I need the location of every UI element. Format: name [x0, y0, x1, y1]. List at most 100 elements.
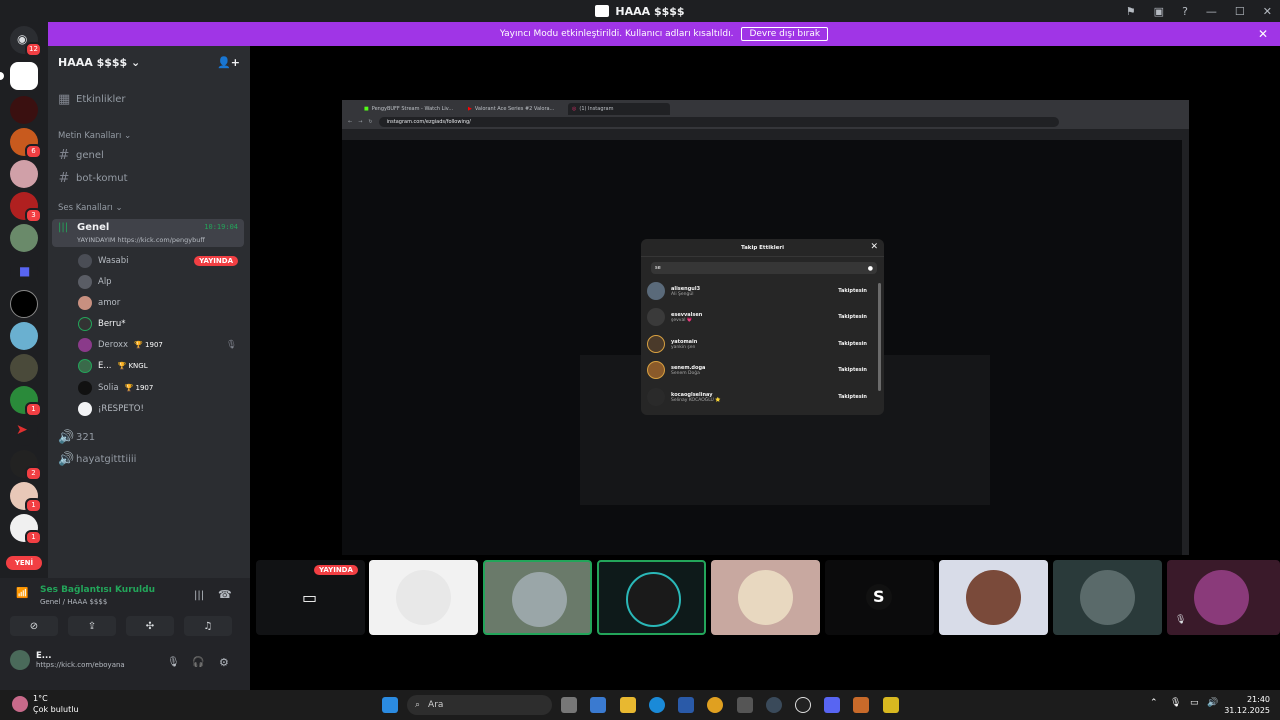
- server-icon[interactable]: 6: [10, 128, 42, 159]
- browser-tab[interactable]: ▶ Valorant Ace Series #2 Valora...: [464, 103, 566, 115]
- scrollbar[interactable]: [878, 283, 881, 391]
- voice-channel-genel[interactable]: ||| Genel 10:19:04 YAYINDAYIM https://ki…: [52, 219, 244, 247]
- list-item[interactable]: kocaoglselinay Selinay KOCAOĞLU ⭐ Takiptes…: [647, 384, 871, 410]
- server-icon[interactable]: [10, 322, 38, 350]
- file-explorer-icon[interactable]: [620, 697, 636, 713]
- events-item[interactable]: ▦ Etkinlikler: [58, 92, 126, 107]
- server-icon[interactable]: [10, 224, 38, 252]
- participant-tile[interactable]: [939, 560, 1048, 635]
- back-icon[interactable]: ←: [348, 119, 352, 125]
- channel-genel[interactable]: # genel: [58, 148, 104, 163]
- server-icon[interactable]: [10, 290, 38, 318]
- copilot-icon[interactable]: [590, 697, 606, 713]
- close-icon[interactable]: ✕: [870, 242, 878, 252]
- close-button[interactable]: ✕: [1263, 5, 1272, 18]
- participant-tile[interactable]: [597, 560, 706, 635]
- clock[interactable]: 21:40 31.12.2025: [1224, 694, 1270, 716]
- server-icon[interactable]: [10, 354, 38, 382]
- activities-button[interactable]: ✣: [126, 616, 174, 636]
- address-bar[interactable]: instagram.com/ezgiads/following/: [378, 117, 1059, 127]
- add-member-icon[interactable]: 👤+: [217, 56, 240, 69]
- participant-tile[interactable]: [1053, 560, 1162, 635]
- browser-tab-active[interactable]: ◎ (1) Instagram: [568, 103, 670, 115]
- task-view-icon[interactable]: [561, 697, 577, 713]
- new-badge[interactable]: YENİ: [6, 556, 42, 570]
- screen-share-button[interactable]: ⇪: [68, 616, 116, 636]
- disable-streamer-mode-button[interactable]: Devre dışı bırak: [741, 27, 829, 41]
- inbox-icon[interactable]: ▣: [1154, 5, 1164, 18]
- list-item[interactable]: esevvalsen şevval 💗 Takiptesin: [647, 304, 871, 330]
- folder-icon[interactable]: ■: [10, 258, 38, 286]
- volume-icon[interactable]: 🔊: [1207, 698, 1218, 708]
- headphones-icon[interactable]: 🎧: [192, 657, 204, 668]
- direct-messages-icon[interactable]: ◉ 12: [10, 26, 42, 57]
- server-icon[interactable]: [10, 96, 38, 124]
- voice-user[interactable]: Solia 🏆 1907: [78, 381, 153, 395]
- category-voice-channels[interactable]: Ses Kanalları ⌄: [58, 203, 123, 213]
- voice-user[interactable]: E... 🏆 KNGL: [78, 359, 148, 373]
- voice-channel-321[interactable]: 🔊 321: [58, 430, 95, 445]
- search-input[interactable]: se ●: [651, 262, 877, 274]
- voice-user[interactable]: Wasabi YAYINDA: [78, 254, 238, 268]
- edge-icon[interactable]: [649, 697, 665, 713]
- participant-tile[interactable]: [369, 560, 478, 635]
- minimize-button[interactable]: —: [1206, 5, 1217, 18]
- settings-gear-icon[interactable]: ⚙: [219, 656, 229, 669]
- following-button[interactable]: Takiptesin: [838, 288, 871, 294]
- server-icon[interactable]: [0, 62, 38, 90]
- mic-tray-icon[interactable]: 🎙: [1170, 698, 1181, 708]
- outlook-icon[interactable]: [678, 697, 694, 713]
- browser-tab[interactable]: ■ PengyBUFF Stream - Watch Liv...: [360, 103, 462, 115]
- forward-icon[interactable]: →: [358, 119, 362, 125]
- channel-bot-komut[interactable]: # bot-komut: [58, 171, 128, 186]
- following-button[interactable]: Takiptesin: [838, 367, 871, 373]
- voice-user[interactable]: Alp: [78, 275, 112, 289]
- camera-button[interactable]: ⊘: [10, 616, 58, 636]
- noise-suppression-icon[interactable]: |||: [194, 590, 204, 601]
- taskbar-search[interactable]: ⌕ Ara: [407, 695, 552, 715]
- flag-icon[interactable]: ⚑: [1126, 5, 1136, 18]
- list-item[interactable]: senem.doga Senem Doğa Takiptesin: [647, 357, 871, 383]
- disconnect-icon[interactable]: ☎: [218, 588, 232, 601]
- server-icon[interactable]: 3: [10, 192, 42, 223]
- category-text-channels[interactable]: Metin Kanalları ⌄: [58, 131, 131, 141]
- server-icon[interactable]: [10, 160, 38, 188]
- clear-icon[interactable]: ●: [868, 265, 873, 272]
- weather-widget[interactable]: 1°C Çok bulutlu: [12, 693, 79, 715]
- stream-view[interactable]: ■ PengyBUFF Stream - Watch Liv... ▶ Valora…: [250, 46, 1280, 560]
- voice-channel-hayat[interactable]: 🔊 hayatgitttiiii: [58, 452, 136, 467]
- voice-user[interactable]: ¡RESPETO!: [78, 402, 144, 416]
- network-icon[interactable]: ▭: [1190, 698, 1199, 708]
- participant-tile[interactable]: S: [825, 560, 934, 635]
- microphone-icon[interactable]: 🎙: [167, 657, 180, 668]
- server-icon[interactable]: 1: [10, 482, 42, 513]
- participant-tile[interactable]: [483, 560, 592, 635]
- following-button[interactable]: Takiptesin: [838, 314, 871, 320]
- server-icon[interactable]: ➤: [10, 418, 38, 446]
- following-button[interactable]: Takiptesin: [838, 341, 871, 347]
- tray-overflow-icon[interactable]: ⌃: [1150, 698, 1158, 708]
- server-icon[interactable]: 1: [10, 386, 42, 417]
- soundboard-button[interactable]: ♫: [184, 616, 232, 636]
- help-icon[interactable]: ?: [1182, 5, 1188, 18]
- store-icon[interactable]: [737, 697, 753, 713]
- list-item[interactable]: yatomain yankin şen Takiptesin: [647, 331, 871, 357]
- current-user[interactable]: E... https://kick.com/eboyana: [10, 650, 125, 670]
- participant-tile[interactable]: 🎙: [1167, 560, 1280, 635]
- chrome-icon[interactable]: [707, 697, 723, 713]
- participant-tile[interactable]: [711, 560, 820, 635]
- app-icon[interactable]: [883, 697, 899, 713]
- app-icon[interactable]: [853, 697, 869, 713]
- voice-user[interactable]: Berru*: [78, 317, 126, 331]
- voice-user[interactable]: amor: [78, 296, 120, 310]
- start-icon[interactable]: [382, 697, 398, 713]
- following-button[interactable]: Takiptesin: [838, 394, 871, 400]
- xbox-icon[interactable]: [795, 697, 811, 713]
- discord-icon[interactable]: [824, 697, 840, 713]
- reload-icon[interactable]: ↻: [368, 119, 372, 125]
- list-item[interactable]: alisengul3 Ali Şengül Takiptesin: [647, 278, 871, 304]
- stream-tile[interactable]: ▭ YAYINDA: [256, 560, 365, 635]
- server-header[interactable]: HAAA $$$$ ⌄ 👤+: [48, 46, 250, 78]
- server-icon[interactable]: 2: [10, 450, 42, 481]
- voice-connected-label[interactable]: Ses Bağlantısı Kuruldu: [40, 585, 155, 595]
